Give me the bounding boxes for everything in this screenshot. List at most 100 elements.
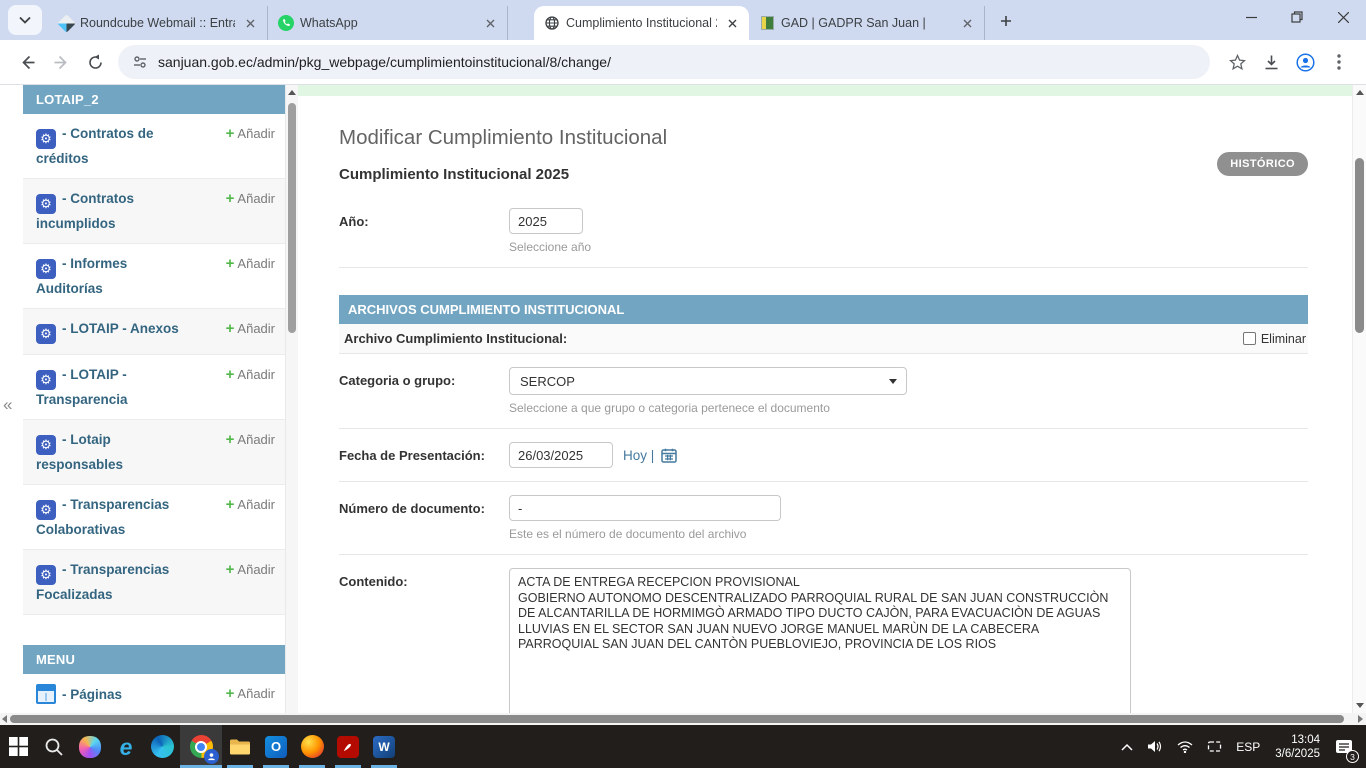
reload-button[interactable] [78, 45, 112, 79]
sidebar-item-informes-auditorias[interactable]: ⚙- Informes Auditorías +Añadir [23, 244, 285, 309]
scroll-up-arrow-icon[interactable] [1356, 90, 1364, 95]
ano-input[interactable] [509, 208, 583, 234]
gear-icon: ⚙ [36, 324, 56, 344]
contenido-textarea[interactable]: ACTA DE ENTREGA RECEPCION PROVISIONAL GO… [509, 568, 1131, 713]
page-scrollbar-thumb[interactable] [1355, 158, 1364, 333]
tray-device-icon[interactable] [1200, 725, 1229, 768]
ano-help: Seleccione año [509, 240, 591, 254]
sidebar-item-lotaip-anexos[interactable]: ⚙- LOTAIP - Anexos +Añadir [23, 309, 285, 355]
scroll-up-arrow-icon[interactable] [288, 90, 296, 95]
sidebar-collapse-button[interactable]: « [3, 395, 12, 415]
hoy-link[interactable]: Hoy | [623, 448, 654, 463]
add-link[interactable]: +Añadir [226, 685, 275, 702]
add-link[interactable]: +Añadir [226, 496, 275, 513]
tune-icon [132, 55, 148, 69]
chevron-down-icon [19, 16, 31, 24]
eliminar-control[interactable]: Eliminar [1243, 332, 1306, 346]
start-button[interactable] [0, 725, 36, 768]
tray-volume-icon[interactable] [1140, 725, 1170, 768]
edge-icon [151, 735, 174, 758]
close-icon[interactable] [723, 14, 741, 32]
whatsapp-favicon [278, 15, 294, 31]
menu-dots-icon[interactable] [1322, 45, 1356, 79]
eliminar-label: Eliminar [1261, 332, 1306, 346]
internet-explorer-icon: e [120, 736, 133, 758]
field-row-ano: Año: Seleccione año [339, 195, 1308, 268]
close-icon[interactable] [241, 14, 259, 32]
bookmark-star-icon[interactable] [1220, 45, 1254, 79]
categoria-label: Categoria o grupo: [339, 367, 509, 415]
profile-avatar-icon[interactable] [1288, 45, 1322, 79]
sidebar-item-paginas[interactable]: - Páginas +Añadir [23, 674, 285, 713]
sidebar-scrollbar-thumb[interactable] [288, 103, 296, 333]
file-explorer-icon [229, 738, 251, 756]
gad-favicon [759, 15, 775, 31]
taskbar-edge-button[interactable] [144, 725, 180, 768]
taskbar-outlook-button[interactable]: O [258, 725, 294, 768]
new-tab-button[interactable] [993, 8, 1019, 34]
tab-cumplimiento-active[interactable]: Cumplimiento Institucional 202 [534, 6, 749, 40]
page-scrollbar[interactable] [1352, 85, 1366, 713]
contenido-label: Contenido: [339, 568, 509, 713]
restore-button[interactable] [1274, 0, 1320, 34]
add-link[interactable]: +Añadir [226, 190, 275, 207]
horizontal-scrollbar[interactable] [0, 713, 1366, 725]
numero-input[interactable] [509, 495, 781, 521]
taskbar-chrome-button[interactable] [180, 725, 222, 768]
close-window-button[interactable] [1320, 0, 1366, 34]
sidebar-item-transparencias-colaborativas[interactable]: ⚙- Transparencias Colaborativas +Añadir [23, 485, 285, 550]
taskbar-explorer-button[interactable] [222, 725, 258, 768]
gear-icon: ⚙ [36, 370, 56, 390]
address-bar[interactable]: sanjuan.gob.ec/admin/pkg_webpage/cumplim… [118, 45, 1210, 79]
scroll-right-arrow-icon[interactable] [1358, 715, 1363, 723]
forward-button[interactable] [44, 45, 78, 79]
outlook-icon: O [265, 736, 287, 758]
sidebar-item-transparencias-focalizadas[interactable]: ⚙- Transparencias Focalizadas +Añadir [23, 550, 285, 615]
fecha-input[interactable] [509, 442, 613, 468]
sidebar-item-contratos-incumplidos[interactable]: ⚙- Contratos incumplidos +Añadir [23, 179, 285, 244]
calendar-icon[interactable] [661, 448, 677, 463]
sidebar-item-lotaip-transparencia[interactable]: ⚙- LOTAIP - Transparencia +Añadir [23, 355, 285, 420]
eliminar-checkbox[interactable] [1243, 332, 1256, 345]
sidebar-item-contratos-creditos[interactable]: ⚙- Contratos de créditos +Añadir [23, 114, 285, 179]
taskbar-search-button[interactable] [36, 725, 72, 768]
close-icon[interactable] [958, 14, 976, 32]
horizontal-scrollbar-thumb[interactable] [10, 715, 1344, 723]
minimize-button[interactable] [1228, 0, 1274, 34]
tab-gad[interactable]: GAD | GADPR San Juan | [749, 6, 985, 40]
back-button[interactable] [10, 45, 44, 79]
admin-sidebar: « LOTAIP_2 ⚙- Contratos de créditos +Aña… [0, 85, 285, 713]
window-controls [1228, 0, 1366, 34]
notification-center-button[interactable]: 3 [1328, 725, 1360, 768]
download-icon[interactable] [1254, 45, 1288, 79]
language-indicator[interactable]: ESP [1229, 725, 1267, 768]
tab-whatsapp[interactable]: WhatsApp [268, 6, 508, 40]
tray-chevron-up-icon[interactable] [1114, 725, 1140, 768]
close-icon[interactable] [481, 14, 499, 32]
chevron-down-icon [889, 379, 897, 384]
taskbar-firefox-button[interactable] [294, 725, 330, 768]
taskbar-acrobat-button[interactable] [330, 725, 366, 768]
add-link[interactable]: +Añadir [226, 125, 275, 142]
gear-icon: ⚙ [36, 435, 56, 455]
tab-roundcube[interactable]: Roundcube Webmail :: Entrada [48, 6, 268, 40]
sidebar-scrollbar[interactable] [285, 85, 298, 713]
taskbar-ie-button[interactable]: e [108, 725, 144, 768]
add-link[interactable]: +Añadir [226, 561, 275, 578]
tab-title: WhatsApp [300, 16, 475, 30]
scroll-left-arrow-icon[interactable] [2, 715, 7, 723]
add-link[interactable]: +Añadir [226, 255, 275, 272]
tab-search-button[interactable] [8, 5, 42, 35]
taskbar-clock[interactable]: 13:04 3/6/2025 [1267, 733, 1328, 761]
copilot-icon [79, 736, 101, 758]
categoria-select[interactable]: SERCOP [509, 367, 907, 395]
taskbar-copilot-button[interactable] [72, 725, 108, 768]
historico-button[interactable]: HISTÓRICO [1217, 152, 1308, 176]
tray-wifi-icon[interactable] [1170, 725, 1200, 768]
add-link[interactable]: +Añadir [226, 431, 275, 448]
add-link[interactable]: +Añadir [226, 366, 275, 383]
add-link[interactable]: +Añadir [226, 320, 275, 337]
scroll-down-arrow-icon[interactable] [1356, 703, 1364, 708]
taskbar-word-button[interactable]: W [366, 725, 402, 768]
sidebar-item-lotaip-responsables[interactable]: ⚙- Lotaip responsables +Añadir [23, 420, 285, 485]
